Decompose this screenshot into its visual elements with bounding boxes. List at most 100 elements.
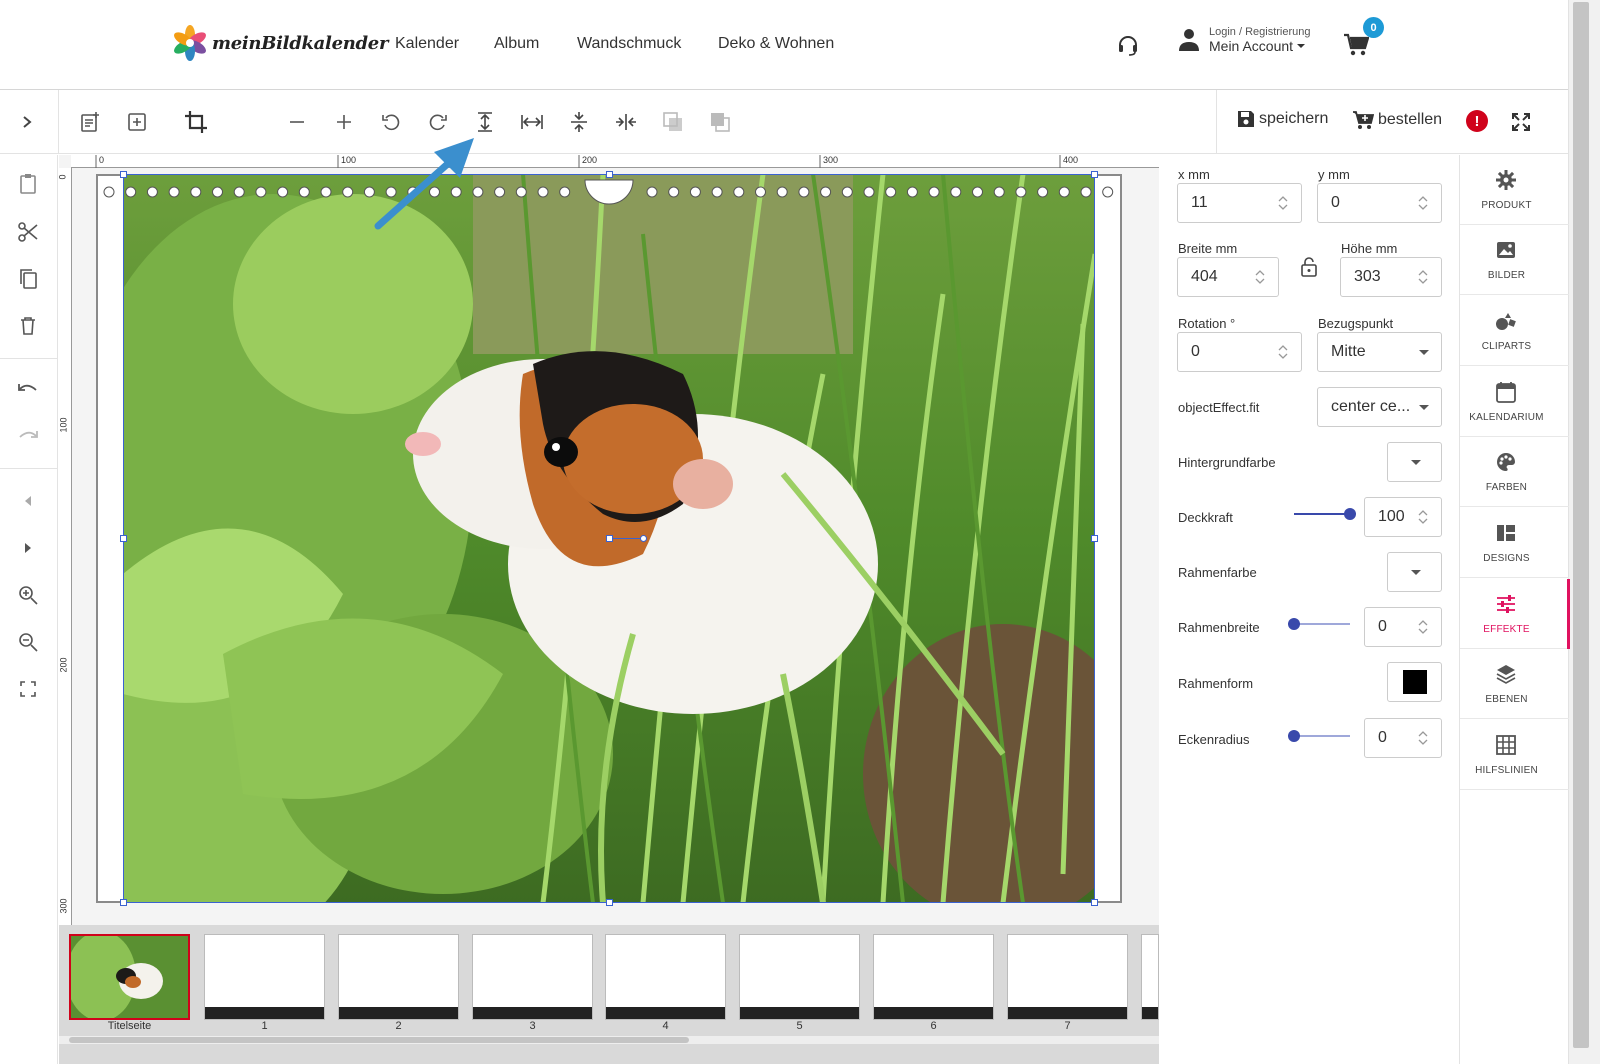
tab-ebenen[interactable]: EBENEN [1460,649,1569,719]
account-menu[interactable]: Login / Registrierung Mein Account [1178,26,1311,54]
rotation-handle[interactable] [640,535,647,542]
background-color-picker[interactable] [1387,442,1442,482]
cart-icon[interactable] [1343,33,1369,57]
corner-radius-input[interactable]: 0 [1364,718,1442,758]
zoom-out-icon[interactable] [14,628,42,656]
page-thumbnail[interactable] [873,934,994,1020]
stepper-icon[interactable] [1417,195,1429,211]
tab-hilfslinien[interactable]: HILFSLINIEN [1460,720,1569,790]
corner-radius-slider-track[interactable] [1294,735,1350,737]
ruler-label: 300 [58,898,69,914]
bring-forward-icon[interactable] [706,108,734,136]
order-button[interactable]: bestellen [1352,110,1442,130]
previous-icon[interactable] [14,487,42,515]
page-thumbnail[interactable] [204,934,325,1020]
tab-designs[interactable]: DESIGNS [1460,508,1569,578]
border-color-picker[interactable] [1387,552,1442,592]
rotate-right-icon[interactable] [424,108,452,136]
page-thumbnail[interactable] [338,934,459,1020]
send-backward-icon[interactable] [659,108,687,136]
clipboard-icon[interactable] [14,170,42,198]
logo[interactable]: meinBildkalender [172,24,388,62]
headset-icon[interactable] [1116,33,1140,57]
corner-radius-slider-knob[interactable] [1288,730,1300,742]
tab-effekte[interactable]: EFFEKTE [1460,579,1570,649]
resize-handle[interactable] [120,535,127,542]
x-input[interactable]: 11 [1177,183,1302,223]
nav-deko-wohnen[interactable]: Deko & Wohnen [718,35,834,53]
resize-handle[interactable] [1091,171,1098,178]
opacity-slider-knob[interactable] [1344,508,1356,520]
rotation-input[interactable]: 0 [1177,332,1302,372]
zoom-in-plus-icon[interactable] [330,108,358,136]
page-thumbnail[interactable] [1007,934,1128,1020]
rotation-handle[interactable] [606,535,613,542]
stepper-icon[interactable] [1417,269,1429,285]
filmstrip-scrollbar[interactable] [59,1036,1159,1044]
nav-album[interactable]: Album [494,35,539,53]
scrollbar-thumb[interactable] [1573,2,1589,1048]
page-thumbnail[interactable] [605,934,726,1020]
page-scrollbar[interactable] [1568,0,1600,1064]
fit-height-icon[interactable] [471,108,499,136]
y-input[interactable]: 0 [1317,183,1442,223]
scissors-icon[interactable] [14,218,42,246]
delete-icon[interactable] [14,312,42,340]
border-color-label: Rahmenfarbe [1178,565,1257,580]
border-shape-picker[interactable] [1387,662,1442,702]
filmstrip-scroll-thumb[interactable] [69,1037,689,1043]
fit-screen-icon[interactable] [14,675,42,703]
resize-handle[interactable] [606,171,613,178]
warning-icon[interactable]: ! [1466,110,1488,132]
next-icon[interactable] [14,534,42,562]
page-thumbnail[interactable] [739,934,860,1020]
resize-handle[interactable] [606,899,613,906]
copy-icon[interactable] [14,265,42,293]
stepper-icon[interactable] [1417,730,1429,746]
resize-handle[interactable] [1091,535,1098,542]
border-width-slider-knob[interactable] [1288,618,1300,630]
anchor-select[interactable]: Mitte [1317,332,1442,372]
fit-select[interactable]: center ce... [1317,387,1442,427]
zoom-in-icon[interactable] [14,581,42,609]
opacity-input[interactable]: 100 [1364,497,1442,537]
height-input[interactable]: 303 [1340,257,1442,297]
border-width-slider-track[interactable] [1294,623,1350,625]
undo-icon[interactable] [14,376,42,404]
border-width-input[interactable]: 0 [1364,607,1442,647]
page-thumbnail[interactable] [472,934,593,1020]
stepper-icon[interactable] [1254,269,1266,285]
stepper-icon[interactable] [1277,195,1289,211]
tab-bilder[interactable]: BILDER [1460,225,1569,295]
new-document-icon[interactable] [76,108,104,136]
nav-kalender[interactable]: Kalender [395,35,459,53]
crop-icon[interactable] [182,108,210,136]
redo-icon[interactable] [14,423,42,451]
resize-handle[interactable] [1091,899,1098,906]
tab-produkt[interactable]: PRODUKT [1460,155,1569,225]
stepper-icon[interactable] [1417,509,1429,525]
lock-aspect-icon[interactable] [1300,256,1318,278]
fit-width-icon[interactable] [518,108,546,136]
stepper-icon[interactable] [1417,619,1429,635]
resize-handle[interactable] [120,171,127,178]
zoom-out-minus-icon[interactable] [283,108,311,136]
collapse-toggle-icon[interactable] [13,108,41,136]
save-button[interactable]: speichern [1237,110,1328,128]
tab-label: KALENDARIUM [1469,412,1544,423]
width-input[interactable]: 404 [1177,257,1279,297]
center-horizontal-icon[interactable] [612,108,640,136]
center-vertical-icon[interactable] [565,108,593,136]
opacity-slider-track[interactable] [1294,513,1350,515]
tab-kalendarium[interactable]: KALENDARIUM [1460,367,1569,437]
tab-cliparts[interactable]: CLIPARTS [1460,296,1569,366]
stepper-icon[interactable] [1277,344,1289,360]
resize-handle[interactable] [120,899,127,906]
nav-wandschmuck[interactable]: Wandschmuck [577,35,681,53]
page-thumbnail[interactable] [1141,934,1159,1020]
page-thumbnail[interactable] [69,934,190,1020]
fullscreen-icon[interactable] [1507,108,1535,136]
tab-farben[interactable]: FARBEN [1460,437,1569,507]
add-frame-icon[interactable] [123,108,151,136]
rotate-left-icon[interactable] [377,108,405,136]
